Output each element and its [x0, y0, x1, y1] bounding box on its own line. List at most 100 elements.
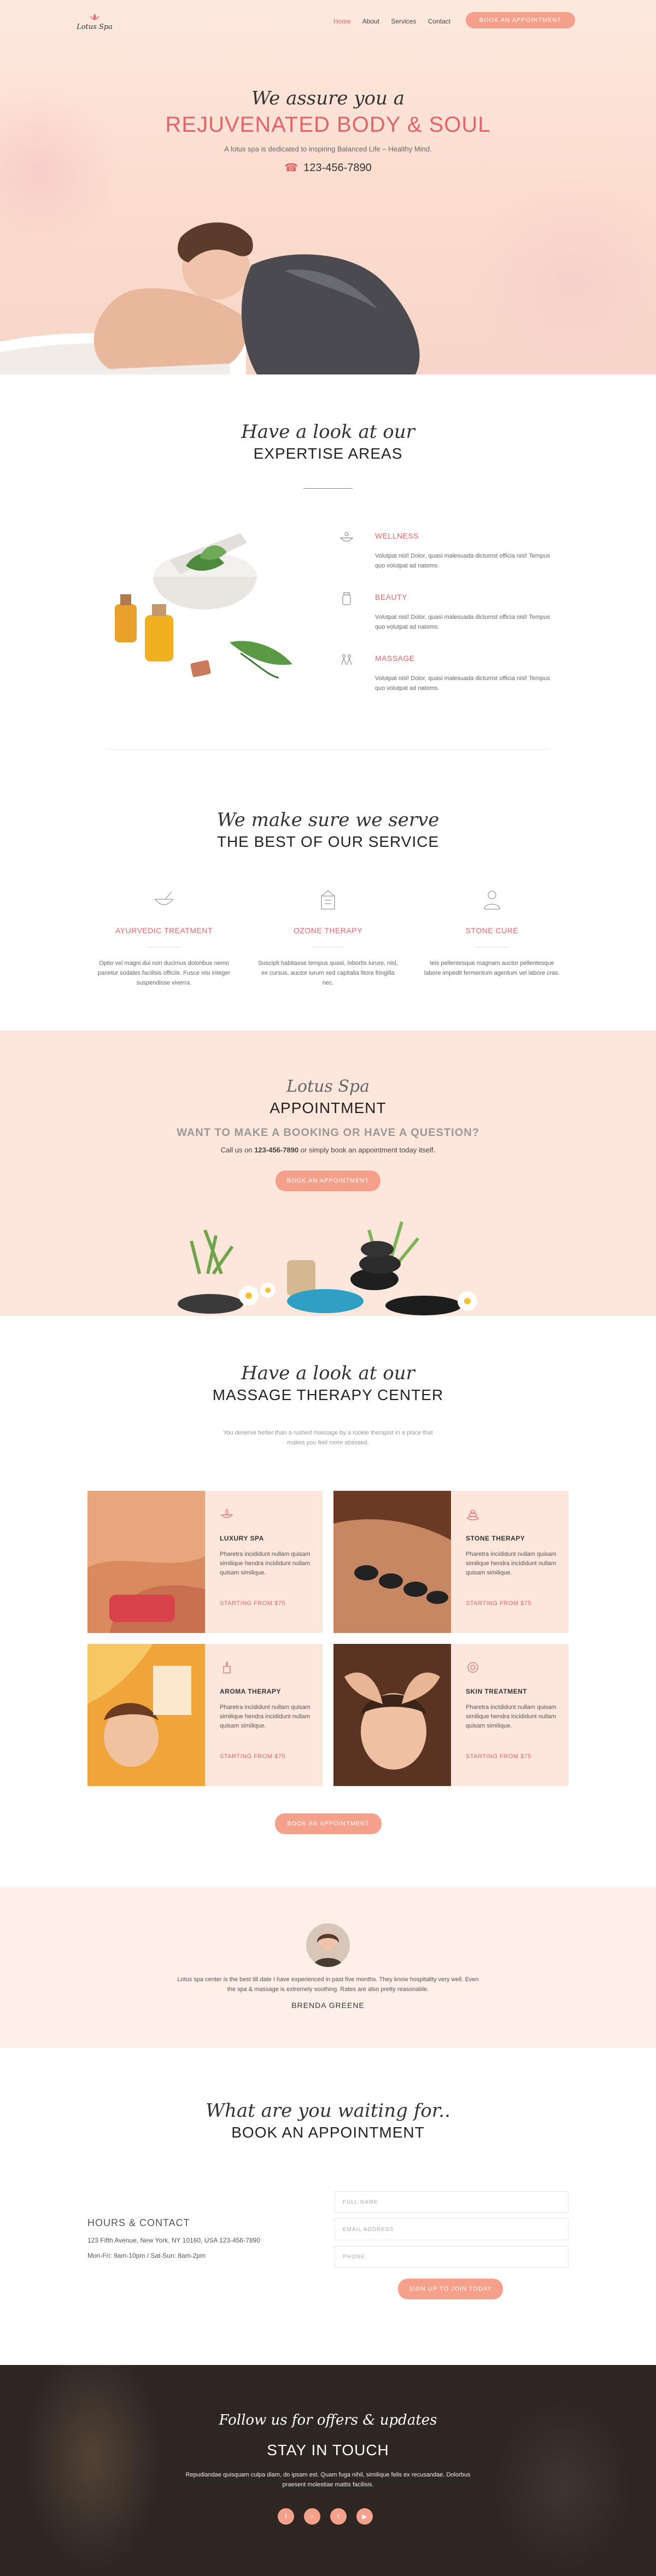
yoga-bowl-icon — [339, 532, 354, 542]
appointment-section: Lotus Spa APPOINTMENT WANT TO MAKE A BOO… — [0, 1031, 656, 1316]
nav-link-services[interactable]: Services — [391, 17, 416, 25]
therapy-card-price: STARTING FROM $75 — [220, 1600, 285, 1607]
email-field[interactable]: EMAIL ADDRESS — [335, 2218, 569, 2240]
therapy-card-title: AROMA THERAPY — [220, 1688, 282, 1695]
hero-script-heading: We assure you a — [251, 87, 405, 109]
logo-text: Lotus Spa — [77, 23, 113, 31]
aroma-therapy-photo — [87, 1644, 205, 1786]
testimonial-quote: Lotus spa center is the best till date I… — [177, 1976, 479, 1993]
massage-center-script-heading: Have a look at our — [241, 1362, 415, 1384]
footer-title: STAY IN TOUCH — [267, 2442, 389, 2458]
appointment-content: Lotus Spa APPOINTMENT WANT TO MAKE A BOO… — [0, 1077, 656, 1191]
therapy-card-stone-therapy[interactable]: STONE THERAPY Pharetra incididunt nullam… — [333, 1491, 569, 1633]
nav-link-home[interactable]: Home — [333, 17, 351, 25]
therapy-card-text: Pharetra incididunt nullam quisam simili… — [466, 1704, 557, 1729]
footer-text: Repudiandae quisquam culpa diam, do ipsa… — [185, 2472, 471, 2488]
hero-woman-image — [0, 222, 420, 374]
expertise-item-text: Volutpat nisl! Dolor, quasi malesuada di… — [375, 614, 550, 630]
therapy-card-title: STONE THERAPY — [466, 1535, 525, 1542]
therapy-card-text: Pharetra incididunt nullam quisam simili… — [220, 1704, 311, 1729]
therapy-card-text: Pharetra incididunt nullam quisam simili… — [466, 1551, 557, 1576]
herbs-mortar-image — [115, 533, 292, 679]
ozone-building-icon — [321, 890, 335, 910]
expertise-item-wellness: WELLNESS Volutpat nisl! Dolor, quasi mal… — [339, 530, 558, 592]
youtube-icon[interactable]: ▶ — [356, 2508, 373, 2525]
address-text: 123 Fifth Avenue, New York, NY 10160, US… — [87, 2237, 260, 2244]
booking-section: What are you waiting for.. BOOK AN APPOI… — [0, 2048, 656, 2365]
therapy-card-luxury-spa[interactable]: LUXURY SPA Pharetra incididunt nullam qu… — [87, 1491, 323, 1633]
appointment-question: WANT TO MAKE A BOOKING OR HAVE A QUESTIO… — [177, 1127, 479, 1139]
mortar-bowl-icon — [154, 891, 174, 905]
nav-book-appointment-button[interactable]: BOOK AN APPOINTMENT — [466, 12, 575, 28]
best-service-heading: We make sure we serve THE BEST OF OUR SE… — [0, 809, 656, 851]
stone-therapy-photo — [333, 1491, 451, 1633]
best-service-title: THE BEST OF OUR SERVICE — [216, 833, 440, 850]
service-ayurvedic: AYURVEDIC TREATMENT Optio vel magni dui … — [93, 888, 235, 988]
massage-center-section: Have a look at our MASSAGE THERAPY CENTE… — [0, 1316, 656, 1887]
massage-center-subtitle: You deserve better than a rushed massage… — [223, 1430, 433, 1446]
hero-phone[interactable]: ☎ 123-456-7890 — [0, 161, 656, 174]
therapy-card-title: SKIN TREATMENT — [466, 1688, 528, 1695]
service-text: Suscipit habitasse tempus quasi, loborti… — [258, 960, 398, 986]
best-service-section: We make sure we serve THE BEST OF OUR SE… — [0, 757, 656, 1031]
appointment-book-button[interactable]: BOOK AN APPOINTMENT — [276, 1170, 380, 1191]
hero-section: Lotus Spa Home About Services Contact BO… — [0, 0, 656, 374]
hero-content: We assure you a REJUVENATED BODY & SOUL … — [0, 87, 656, 174]
service-text: Optio vel magni dui non ducimus doloribu… — [97, 960, 231, 986]
booking-script-heading: What are you waiting for.. — [206, 2100, 450, 2122]
booking-form: FULL NAME EMAIL ADDRESS PHONE SIGN UP TO… — [335, 2191, 569, 2299]
massage-center-title: MASSAGE THERAPY CENTER — [212, 1386, 444, 1403]
expertise-item-text: Volutpat nisl! Dolor, quasi malesuada di… — [375, 553, 550, 569]
skin-treatment-photo — [333, 1644, 451, 1786]
service-stone-cure: STONE CURE Ieis pellentesque magnam auct… — [421, 888, 563, 978]
phone-field[interactable]: PHONE — [335, 2246, 569, 2268]
expertise-title: EXPERTISE AREAS — [253, 445, 403, 462]
nav-link-contact[interactable]: Contact — [428, 17, 450, 25]
stones-icon — [467, 1509, 479, 1520]
expertise-script-heading: Have a look at our — [241, 421, 415, 443]
expertise-item-text: Volutpat nisl! Dolor, quasi malesuada di… — [375, 675, 550, 692]
signup-button[interactable]: SIGN UP TO JOIN TODAY — [398, 2279, 503, 2299]
testimonial-section: Lotus spa center is the best till date I… — [0, 1887, 656, 2048]
instagram-icon[interactable]: ○ — [304, 2508, 320, 2525]
skin-face-icon — [467, 1662, 478, 1673]
footer-section: Follow us for offers & updates STAY IN T… — [0, 2365, 656, 2576]
expertise-section: Have a look at our EXPERTISE AREAS WELLN… — [0, 374, 656, 757]
footer-script-heading: Follow us for offers & updates — [219, 2412, 437, 2428]
social-links: f ○ t ▶ — [278, 2508, 378, 2525]
hours-contact: HOURS & CONTACT 123 Fifth Avenue, New Yo… — [87, 2217, 260, 2259]
appointment-script-heading: Lotus Spa — [286, 1077, 370, 1096]
facebook-icon[interactable]: f — [278, 2508, 294, 2525]
call-line-phone[interactable]: 123-456-7890 — [254, 1146, 298, 1154]
appointment-title: APPOINTMENT — [270, 1099, 386, 1116]
therapy-card-skin-treatment[interactable]: SKIN TREATMENT Pharetra incididunt nulla… — [333, 1644, 569, 1786]
stone-person-icon — [484, 891, 500, 910]
therapy-card-aroma-therapy[interactable]: AROMA THERAPY Pharetra incididunt nullam… — [87, 1644, 323, 1786]
top-navigation: Lotus Spa Home About Services Contact BO… — [0, 12, 656, 34]
hero-tagline: A lotus spa is dedicated to inspiring Ba… — [224, 145, 432, 153]
beauty-jar-icon — [342, 592, 351, 605]
testimonial-name: BRENDA GREENE — [291, 2001, 365, 2010]
nav-links: Home About Services Contact — [333, 17, 460, 25]
expertise-heading: Have a look at our EXPERTISE AREAS — [0, 421, 656, 462]
full-name-field[interactable]: FULL NAME — [335, 2191, 569, 2213]
hero-phone-number: 123-456-7890 — [303, 162, 372, 174]
therapy-card-price: STARTING FROM $75 — [466, 1600, 531, 1607]
logo[interactable]: Lotus Spa — [75, 12, 114, 34]
call-line-suffix: or simply book an appointment today itse… — [300, 1146, 436, 1154]
expertise-item-title: BEAUTY — [375, 593, 408, 601]
aroma-candle-icon — [223, 1661, 231, 1673]
expertise-item-massage: MASSAGE Volutpat nisl! Dolor, quasi male… — [339, 653, 558, 714]
heading-divider — [303, 488, 353, 489]
massage-center-heading: Have a look at our MASSAGE THERAPY CENTE… — [0, 1362, 656, 1404]
therapy-card-text: Pharetra incididunt nullam quisam simili… — [220, 1551, 311, 1576]
nav-link-about[interactable]: About — [362, 17, 379, 25]
massage-book-button[interactable]: BOOK AN APPOINTMENT — [275, 1813, 382, 1834]
call-line-prefix: Call us on — [220, 1146, 253, 1154]
lotus-icon — [90, 14, 99, 20]
luxury-spa-photo — [87, 1491, 205, 1633]
footer-background-glow — [22, 2365, 164, 2573]
hours-text: Mon-Fri: 9am-10pm / Sat-Sun: 8am-2pm — [87, 2252, 206, 2259]
twitter-icon[interactable]: t — [330, 2508, 347, 2525]
massage-hands-icon — [341, 654, 352, 665]
